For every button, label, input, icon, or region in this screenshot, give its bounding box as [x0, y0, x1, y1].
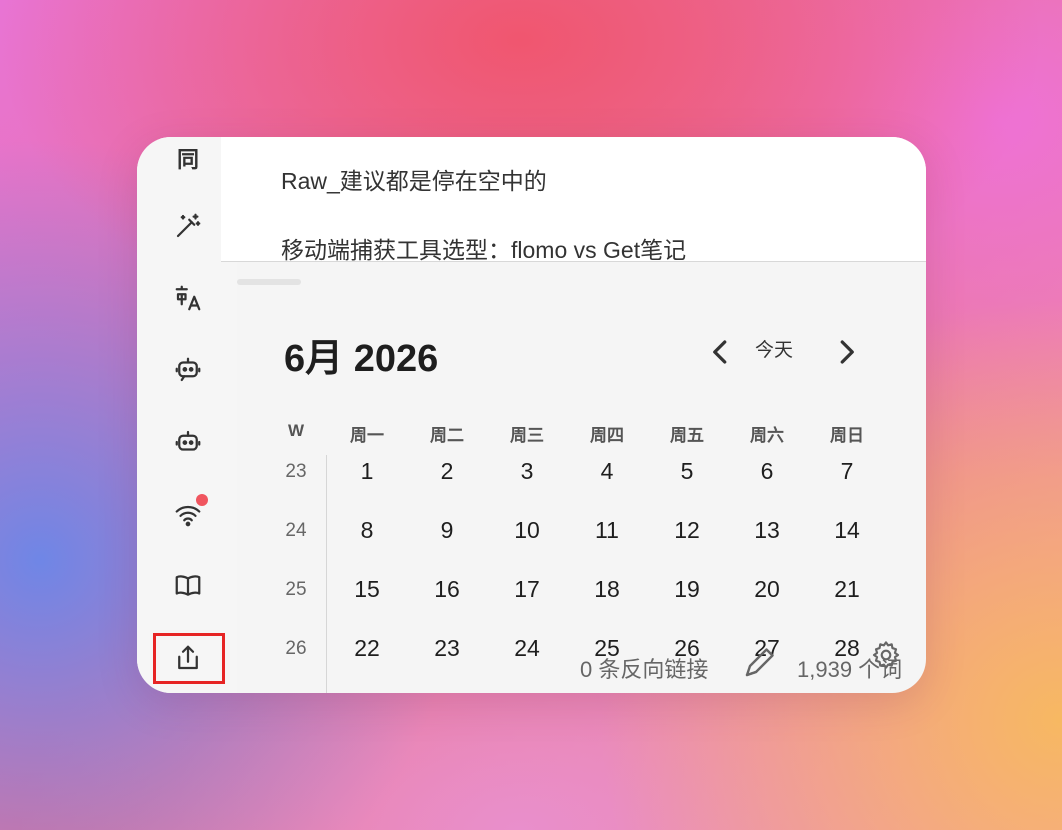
weekday-header: 周日 — [830, 426, 864, 445]
calendar-day[interactable]: 10 — [497, 517, 557, 544]
week-divider — [326, 455, 327, 693]
calendar-day[interactable]: 2 — [417, 458, 477, 485]
calendar-day[interactable]: 23 — [417, 635, 477, 662]
calendar-day[interactable]: 5 — [657, 458, 717, 485]
robot-alt-icon[interactable] — [169, 423, 207, 461]
calendar-day[interactable]: 11 — [577, 517, 637, 544]
book-icon[interactable] — [169, 567, 207, 605]
note-item-2[interactable]: 移动端捕获工具选型：flomo vs Get笔记 — [281, 231, 686, 265]
calendar-day[interactable]: 15 — [337, 576, 397, 603]
calendar-day[interactable]: 12 — [657, 517, 717, 544]
calendar-day[interactable]: 4 — [577, 458, 637, 485]
calendar-day[interactable]: 13 — [737, 517, 797, 544]
calendar-day[interactable]: 18 — [577, 576, 637, 603]
divider — [221, 261, 926, 262]
magic-wand-icon[interactable] — [169, 207, 207, 245]
app-panel: 同 Raw_建议都是停在空中的 移动端捕获工具选型：flomo vs Get笔记… — [137, 137, 926, 693]
weekday-header: 周六 — [750, 426, 784, 445]
calendar-day[interactable]: 7 — [817, 458, 877, 485]
note-item-1[interactable]: Raw_建议都是停在空中的 — [281, 162, 547, 196]
calendar-day[interactable]: 6 — [737, 458, 797, 485]
pencil-icon[interactable] — [741, 645, 777, 681]
weekday-header: 周二 — [430, 426, 464, 445]
week-column-header: W — [287, 421, 305, 440]
gear-icon[interactable] — [870, 639, 902, 671]
backlinks-count[interactable]: 0 条反向链接 — [580, 652, 708, 684]
week-number[interactable]: 23 — [271, 461, 321, 483]
today-button[interactable]: 今天 — [755, 335, 793, 362]
next-month-button[interactable] — [829, 335, 863, 369]
sync-label: 同 — [176, 147, 199, 172]
chevron-right-icon — [840, 340, 854, 364]
calendar-day[interactable]: 24 — [497, 635, 557, 662]
sync-button[interactable]: 同 — [169, 139, 207, 177]
week-number[interactable]: 26 — [271, 638, 321, 660]
calendar-day[interactable]: 21 — [817, 576, 877, 603]
prev-month-button[interactable] — [704, 335, 738, 369]
translate-icon[interactable] — [169, 279, 207, 317]
calendar-day[interactable]: 8 — [337, 517, 397, 544]
weekday-header: 周四 — [590, 426, 624, 445]
calendar-day[interactable]: 3 — [497, 458, 557, 485]
calendar-day[interactable]: 14 — [817, 517, 877, 544]
calendar-day[interactable]: 16 — [417, 576, 477, 603]
weekday-header: 周五 — [670, 426, 704, 445]
week-number[interactable]: 25 — [271, 579, 321, 601]
calendar-day[interactable]: 19 — [657, 576, 717, 603]
month-title: 6月 2026 — [284, 338, 439, 380]
share-highlight-box — [153, 633, 225, 684]
calendar-day[interactable]: 9 — [417, 517, 477, 544]
weekday-header: 周一 — [350, 426, 384, 445]
week-number[interactable]: 24 — [271, 520, 321, 542]
robot-icon[interactable] — [169, 351, 207, 389]
chevron-left-icon — [713, 340, 727, 364]
weekday-header: 周三 — [510, 426, 544, 445]
drag-handle[interactable] — [237, 279, 301, 285]
calendar-day[interactable]: 17 — [497, 576, 557, 603]
calendar-day[interactable]: 20 — [737, 576, 797, 603]
calendar-day[interactable]: 22 — [337, 635, 397, 662]
notification-dot — [196, 494, 208, 506]
calendar-day[interactable]: 1 — [337, 458, 397, 485]
